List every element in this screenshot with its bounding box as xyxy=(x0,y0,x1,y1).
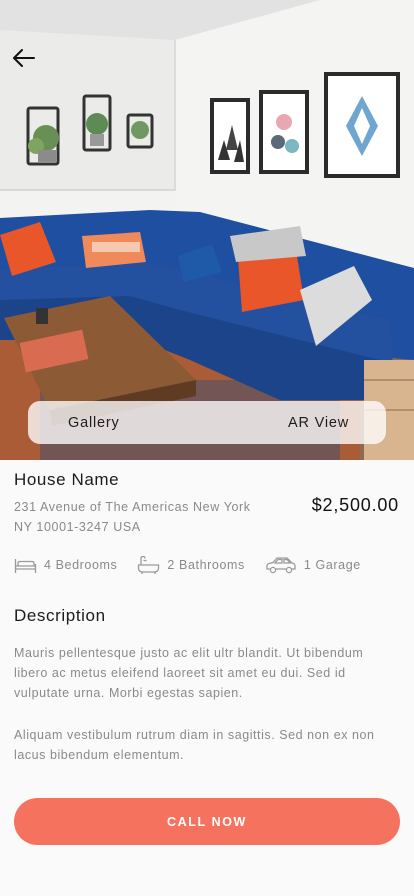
call-now-button[interactable]: CALL NOW xyxy=(14,798,400,845)
description-heading: Description xyxy=(14,606,106,625)
car-icon xyxy=(266,557,296,574)
tab-gallery[interactable]: Gallery xyxy=(68,415,120,431)
house-price: $2,500.00 xyxy=(311,495,399,515)
living-room-photo xyxy=(0,0,414,460)
feature-label: 4 Bedrooms xyxy=(44,558,118,572)
house-address: 231 Avenue of The Americas New York NY 1… xyxy=(14,500,251,534)
feature-label: 2 Bathrooms xyxy=(167,558,245,572)
description-paragraph: Mauris pellentesque justo ac elit ultr b… xyxy=(14,646,364,700)
hero-image: Gallery AR View xyxy=(0,0,414,460)
back-button[interactable] xyxy=(8,42,40,74)
feature-list: 4 Bedrooms 2 Bathrooms 1 Garage xyxy=(14,555,381,575)
feature-bedrooms: 4 Bedrooms xyxy=(14,556,117,574)
tab-ar-view[interactable]: AR View xyxy=(288,415,349,431)
arrow-left-icon xyxy=(13,49,35,67)
feature-label: 1 Garage xyxy=(303,558,361,572)
bed-icon xyxy=(14,559,37,573)
feature-bathrooms: 2 Bathrooms xyxy=(137,555,244,575)
view-mode-switch: Gallery AR View xyxy=(28,401,386,444)
house-name: House Name xyxy=(14,470,120,489)
description-paragraph: Aliquam vestibulum rutrum diam in sagitt… xyxy=(14,728,375,762)
feature-garage: 1 Garage xyxy=(265,555,361,575)
bathtub-icon xyxy=(138,555,160,574)
